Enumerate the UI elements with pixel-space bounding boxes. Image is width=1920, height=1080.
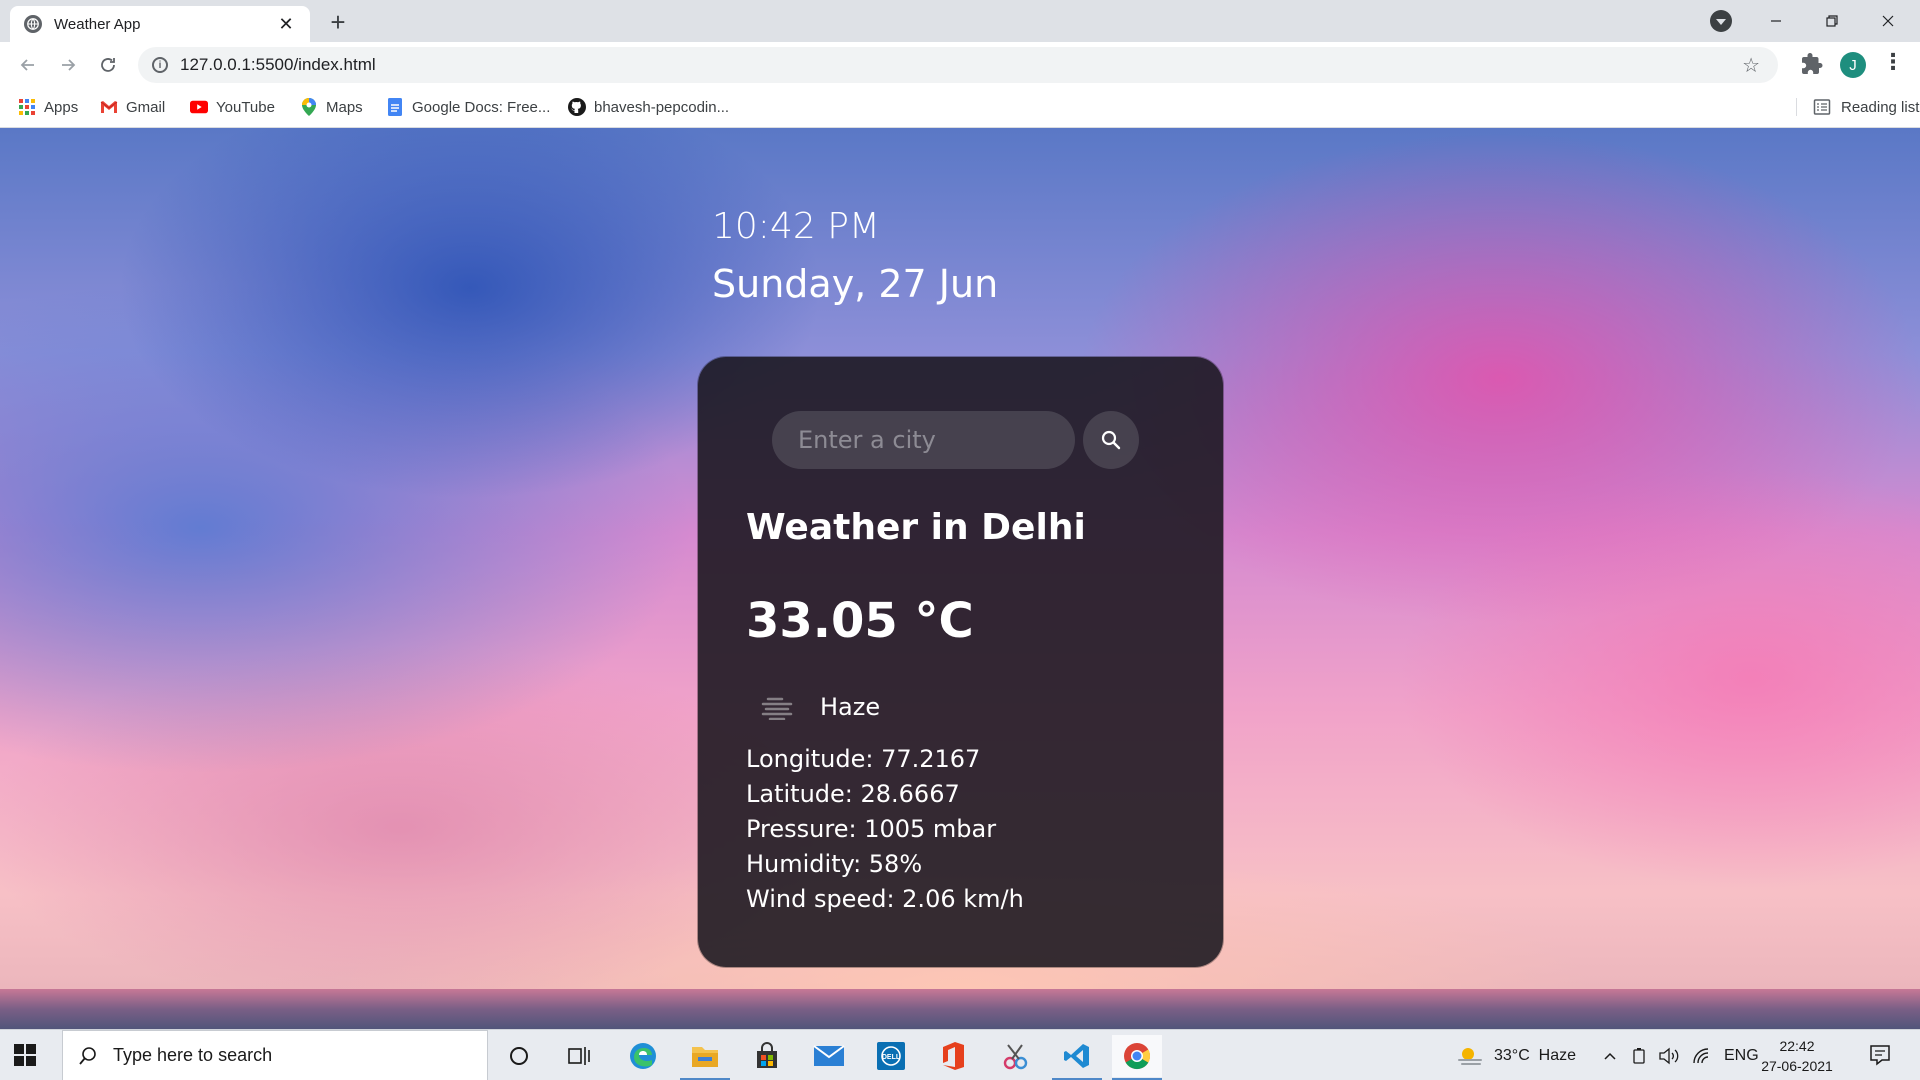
profile-avatar[interactable]: J [1840,52,1866,78]
bookmark-label: YouTube [216,98,275,116]
bookmark-label: Google Docs: Free... [412,98,551,116]
reading-list-button[interactable]: Reading list [1796,98,1919,116]
pressure: Pressure: 1005 mbar [746,815,997,843]
vscode-icon[interactable] [1052,1035,1102,1080]
volume-icon[interactable] [1658,1030,1680,1080]
tab-search-icon[interactable] [1710,10,1732,32]
youtube-icon [190,98,208,116]
browser-toolbar: i 127.0.0.1:5500/index.html ☆ [0,42,1920,88]
taskbar-clock[interactable]: 22:42 27-06-2021 [1752,1036,1842,1076]
bookmark-label: bhavesh-pepcodin... [594,98,730,116]
city-search-input[interactable] [772,411,1075,469]
humidity: Humidity: 58% [746,850,923,878]
wifi-icon[interactable] [1692,1030,1712,1080]
temperature: 33.05 °C [746,593,974,649]
bookmark-label: Apps [44,98,79,116]
close-window-icon[interactable] [1860,0,1916,42]
task-view-icon[interactable] [554,1035,604,1077]
office-icon[interactable] [928,1035,978,1077]
bookmark-label: Maps [326,98,363,116]
windows-start-icon[interactable] [14,1044,36,1066]
taskbar-date: 27-06-2021 [1761,1058,1833,1074]
search-icon [1101,430,1121,450]
taskbar-weather-text: 33°C Haze [1494,1046,1576,1064]
extensions-puzzle-icon[interactable] [1800,52,1824,76]
show-hidden-icons-chevron-icon[interactable] [1602,1030,1618,1080]
chrome-icon[interactable] [1112,1035,1162,1080]
edge-icon[interactable] [618,1035,668,1077]
maps-pin-icon [300,98,318,116]
bookmark-github[interactable]: bhavesh-pepcodin... [568,98,729,116]
minimize-icon[interactable] [1748,0,1804,42]
svg-text:DELL: DELL [882,1054,901,1061]
longitude: Longitude: 77.2167 [746,745,981,773]
new-tab-button[interactable]: + [324,8,352,36]
taskbar-weather[interactable]: 33°C Haze [1456,1030,1576,1080]
weather-card: Weather in Delhi 33.05 °C Haze Longitude… [698,357,1223,967]
url-text[interactable]: 127.0.0.1:5500/index.html [180,55,1742,75]
bookmark-youtube[interactable]: YouTube [190,98,275,116]
cortana-icon[interactable] [494,1035,544,1077]
weather-description-row: Haze [760,693,880,721]
reading-list-label: Reading list [1841,98,1920,116]
back-arrow-icon[interactable] [14,51,42,79]
wind-speed: Wind speed: 2.06 km/h [746,885,1024,913]
weather-title: Weather in Delhi [746,507,1086,548]
current-date: Sunday, 27 Jun [712,262,999,306]
taskbar-search-box[interactable]: Type here to search [62,1030,488,1080]
background-sea [0,989,1920,1029]
bookmark-star-icon[interactable]: ☆ [1742,53,1760,77]
tab-title: Weather App [54,15,141,33]
search-button[interactable] [1083,411,1139,469]
battery-icon[interactable] [1630,1030,1648,1080]
search-icon [79,1046,96,1065]
windows-taskbar: Type here to search DELL 33°C Haze ENG 2… [0,1029,1920,1080]
taskbar-search-placeholder: Type here to search [113,1045,273,1065]
globe-icon [24,15,42,33]
browser-menu-icon[interactable]: ⋮ [1882,52,1904,78]
reload-icon[interactable] [94,51,122,79]
haze-icon [761,697,793,720]
browser-tab-bar: Weather App ✕ + [0,0,1920,42]
github-icon [568,98,586,116]
file-explorer-icon[interactable] [680,1035,730,1080]
bookmarks-bar: Apps Gmail YouTube Maps Google Docs: Fre… [0,88,1920,128]
notification-center-icon[interactable] [1868,1043,1892,1067]
weather-details: Longitude: 77.2167 Latitude: 28.6667 Pre… [746,742,1024,917]
bookmark-gmail[interactable]: Gmail [100,98,165,116]
snip-sketch-icon[interactable] [990,1035,1040,1077]
bookmark-label: Gmail [126,98,166,116]
bookmark-maps[interactable]: Maps [300,98,363,116]
forward-arrow-icon[interactable] [54,51,82,79]
dell-icon[interactable]: DELL [866,1035,916,1077]
bookmark-google-docs[interactable]: Google Docs: Free... [386,98,550,116]
weather-description: Haze [820,693,881,721]
restore-icon[interactable] [1804,0,1860,42]
tab-close-icon[interactable]: ✕ [276,14,296,35]
reading-list-icon [1813,98,1831,116]
current-time: 10:42 PM [712,206,880,247]
taskbar-time: 22:42 [1779,1038,1815,1054]
mail-icon[interactable] [804,1035,854,1077]
gmail-icon [100,98,118,116]
site-info-icon[interactable]: i [152,57,168,73]
apps-grid-icon [18,98,36,116]
google-docs-icon [386,98,404,116]
microsoft-store-icon[interactable] [742,1035,792,1077]
latitude: Latitude: 28.6667 [746,780,960,808]
weather-page: 10:42 PM Sunday, 27 Jun Weather in Delhi… [0,128,1920,1029]
address-bar[interactable]: i 127.0.0.1:5500/index.html ☆ [138,47,1778,83]
bookmark-apps[interactable]: Apps [18,98,78,116]
tab-weather-app[interactable]: Weather App ✕ [10,6,310,42]
weather-haze-sun-icon [1458,1047,1482,1065]
